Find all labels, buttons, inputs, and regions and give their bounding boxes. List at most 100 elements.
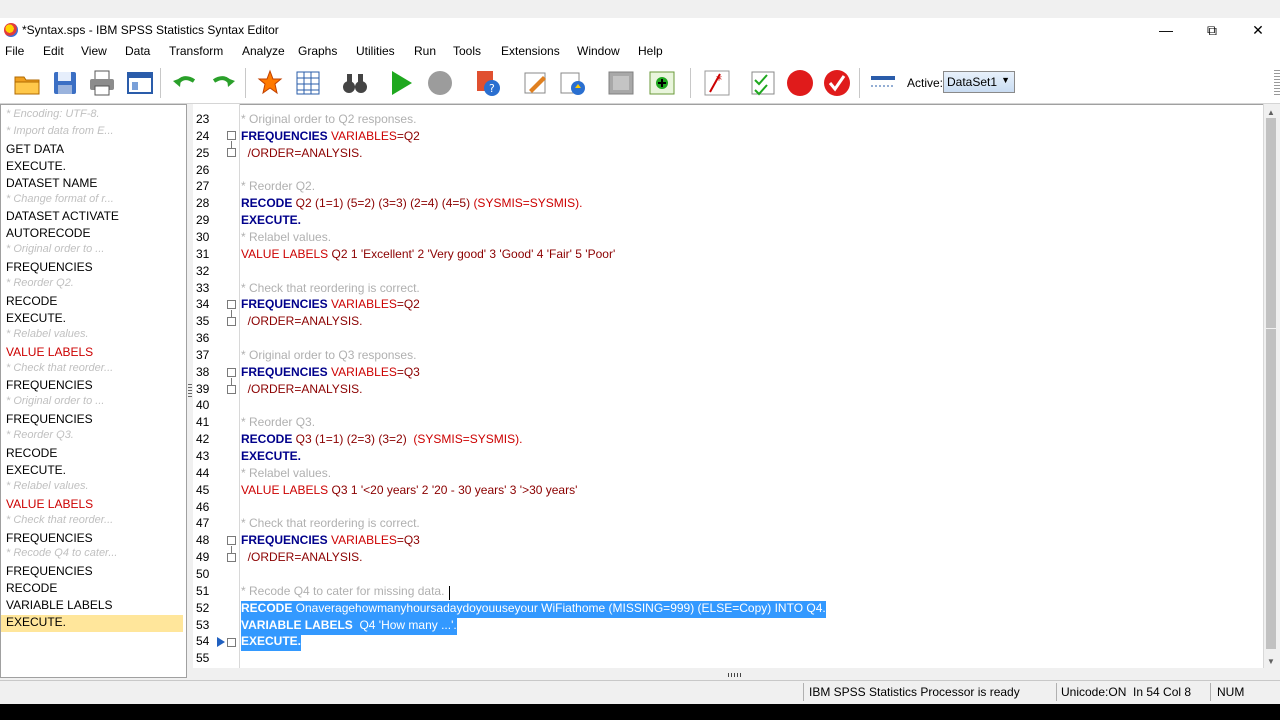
horizontal-splitter-grip[interactable]	[728, 673, 742, 677]
menu-window[interactable]: Window	[577, 44, 620, 58]
navigator-item[interactable]: FREQUENCIES	[6, 564, 184, 581]
minimize-button[interactable]: —	[1143, 18, 1189, 42]
navigator-item[interactable]: * Original order to ...	[6, 395, 184, 412]
help-icon[interactable]: ?	[473, 68, 503, 98]
menu-utilities[interactable]: Utilities	[356, 44, 395, 58]
navigator-item[interactable]: VARIABLE LABELS	[6, 598, 184, 615]
navigator-item[interactable]: DATASET ACTIVATE	[6, 209, 184, 226]
add-icon[interactable]	[647, 68, 677, 98]
code-line[interactable]: * Recode Q4 to cater for missing data.	[241, 584, 444, 601]
close-button[interactable]: ✕	[1235, 18, 1280, 42]
active-dataset-select[interactable]: DataSet1 ▼	[943, 71, 1015, 93]
code-line[interactable]: VALUE LABELS Q2 1 'Excellent' 2 'Very go…	[241, 247, 615, 264]
code-line[interactable]: /ORDER=ANALYSIS.	[241, 382, 363, 399]
code-line[interactable]: EXECUTE.	[241, 634, 302, 652]
find-icon[interactable]	[340, 68, 370, 98]
code-line[interactable]: FREQUENCIES VARIABLES=Q2	[241, 297, 420, 314]
menu-data[interactable]: Data	[125, 44, 150, 58]
navigator-item[interactable]: * Relabel values.	[6, 480, 184, 497]
code-line[interactable]: EXECUTE.	[241, 449, 301, 466]
fold-marker[interactable]	[227, 536, 236, 545]
goto-case-icon[interactable]	[255, 68, 285, 98]
navigator-item[interactable]: * Relabel values.	[6, 328, 184, 345]
menu-extensions[interactable]: Extensions	[501, 44, 560, 58]
fold-marker[interactable]	[227, 368, 236, 377]
gray-box-icon[interactable]	[606, 68, 636, 98]
code-line[interactable]: FREQUENCIES VARIABLES=Q3	[241, 365, 420, 382]
menu-analyze[interactable]: Analyze	[242, 44, 285, 58]
navigator-item[interactable]: FREQUENCIES	[6, 531, 184, 548]
navigator-item[interactable]: FREQUENCIES	[6, 412, 184, 429]
navigator-item[interactable]: GET DATA	[6, 142, 184, 159]
code-line[interactable]: /ORDER=ANALYSIS.	[241, 146, 363, 163]
run-icon[interactable]	[386, 68, 416, 98]
undo-icon[interactable]	[170, 68, 200, 98]
fold-marker[interactable]	[227, 638, 236, 647]
navigator-item[interactable]: VALUE LABELS	[6, 497, 184, 514]
comment-icon[interactable]: *	[702, 68, 732, 98]
redo-icon[interactable]	[208, 68, 238, 98]
fold-marker[interactable]	[227, 300, 236, 309]
code-line[interactable]: * Relabel values.	[241, 230, 331, 247]
syntax-help-icon[interactable]	[521, 68, 551, 98]
menu-graphs[interactable]: Graphs	[298, 44, 337, 58]
menu-help[interactable]: Help	[638, 44, 663, 58]
code-line[interactable]: /ORDER=ANALYSIS.	[241, 314, 363, 331]
navigator-item[interactable]: EXECUTE.	[6, 311, 184, 328]
stop-icon[interactable]	[425, 68, 455, 98]
vertical-scrollbar[interactable]: ▲ ▼	[1263, 104, 1278, 668]
fold-marker[interactable]	[227, 553, 236, 562]
navigator-item[interactable]: EXECUTE.	[6, 159, 184, 176]
variables-icon[interactable]	[293, 68, 323, 98]
fold-marker[interactable]	[227, 385, 236, 394]
navigator-item[interactable]: DATASET NAME	[6, 176, 184, 193]
navigator-item[interactable]: * Reorder Q3.	[6, 429, 184, 446]
print-icon[interactable]	[87, 68, 117, 98]
menu-view[interactable]: View	[81, 44, 107, 58]
scrollbar-thumb[interactable]	[1266, 329, 1276, 649]
save-icon[interactable]	[50, 68, 80, 98]
scroll-up-arrow-icon[interactable]: ▲	[1267, 108, 1275, 117]
code-line[interactable]: * Original order to Q3 responses.	[241, 348, 416, 365]
code-line[interactable]: * Reorder Q3.	[241, 415, 315, 432]
menu-edit[interactable]: Edit	[43, 44, 64, 58]
code-line[interactable]: RECODE Onaveragehowmanyhoursadaydoyouuse…	[241, 600, 826, 618]
navigator-item[interactable]: * Import data from E...	[6, 125, 184, 142]
code-line[interactable]: /ORDER=ANALYSIS.	[241, 550, 363, 567]
navigator-item[interactable]: VALUE LABELS	[6, 345, 184, 362]
breakpoint-icon[interactable]	[785, 68, 815, 98]
code-line[interactable]: * Relabel values.	[241, 466, 331, 483]
navigator-item[interactable]: RECODE	[6, 581, 184, 598]
toolbar-grip[interactable]	[1274, 70, 1280, 96]
code-line[interactable]: VALUE LABELS Q3 1 '<20 years' 2 '20 - 30…	[241, 483, 577, 500]
navigator-item[interactable]: * Check that reorder...	[6, 362, 184, 379]
scroll-down-arrow-icon[interactable]: ▼	[1267, 657, 1275, 666]
code-line[interactable]: * Check that reordering is correct.	[241, 516, 420, 533]
navigator-item[interactable]: FREQUENCIES	[6, 378, 184, 395]
fold-marker[interactable]	[227, 317, 236, 326]
menu-run[interactable]: Run	[414, 44, 436, 58]
pencil-icon[interactable]	[558, 68, 588, 98]
restore-button[interactable]: ⧉	[1189, 18, 1235, 42]
menu-transform[interactable]: Transform	[169, 44, 223, 58]
code-line[interactable]: VARIABLE LABELS Q4 'How many ...'.	[241, 617, 457, 635]
navigator-item[interactable]: AUTORECODE	[6, 226, 184, 243]
validate-icon[interactable]	[748, 68, 778, 98]
menu-tools[interactable]: Tools	[453, 44, 481, 58]
fold-marker[interactable]	[227, 148, 236, 157]
code-line[interactable]: * Reorder Q2.	[241, 179, 315, 196]
code-line[interactable]: FREQUENCIES VARIABLES=Q3	[241, 533, 420, 550]
code-line[interactable]: FREQUENCIES VARIABLES=Q2	[241, 129, 420, 146]
navigator-item[interactable]: * Original order to ...	[6, 243, 184, 260]
navigator-item[interactable]: FREQUENCIES	[6, 260, 184, 277]
scrollbar-thumb-upper[interactable]	[1266, 118, 1276, 328]
code-line[interactable]: * Check that reordering is correct.	[241, 281, 420, 298]
navigator-item[interactable]: RECODE	[6, 446, 184, 463]
fold-marker[interactable]	[227, 131, 236, 140]
navigator-item[interactable]: EXECUTE.	[6, 463, 184, 480]
navigator-item[interactable]: EXECUTE.	[1, 615, 183, 632]
splitter-grip[interactable]	[188, 384, 192, 398]
code-line[interactable]: RECODE Q3 (1=1) (2=3) (3=2) (SYSMIS=SYSM…	[241, 432, 522, 449]
open-icon[interactable]	[12, 68, 42, 98]
navigator-item[interactable]: * Recode Q4 to cater...	[6, 547, 184, 564]
